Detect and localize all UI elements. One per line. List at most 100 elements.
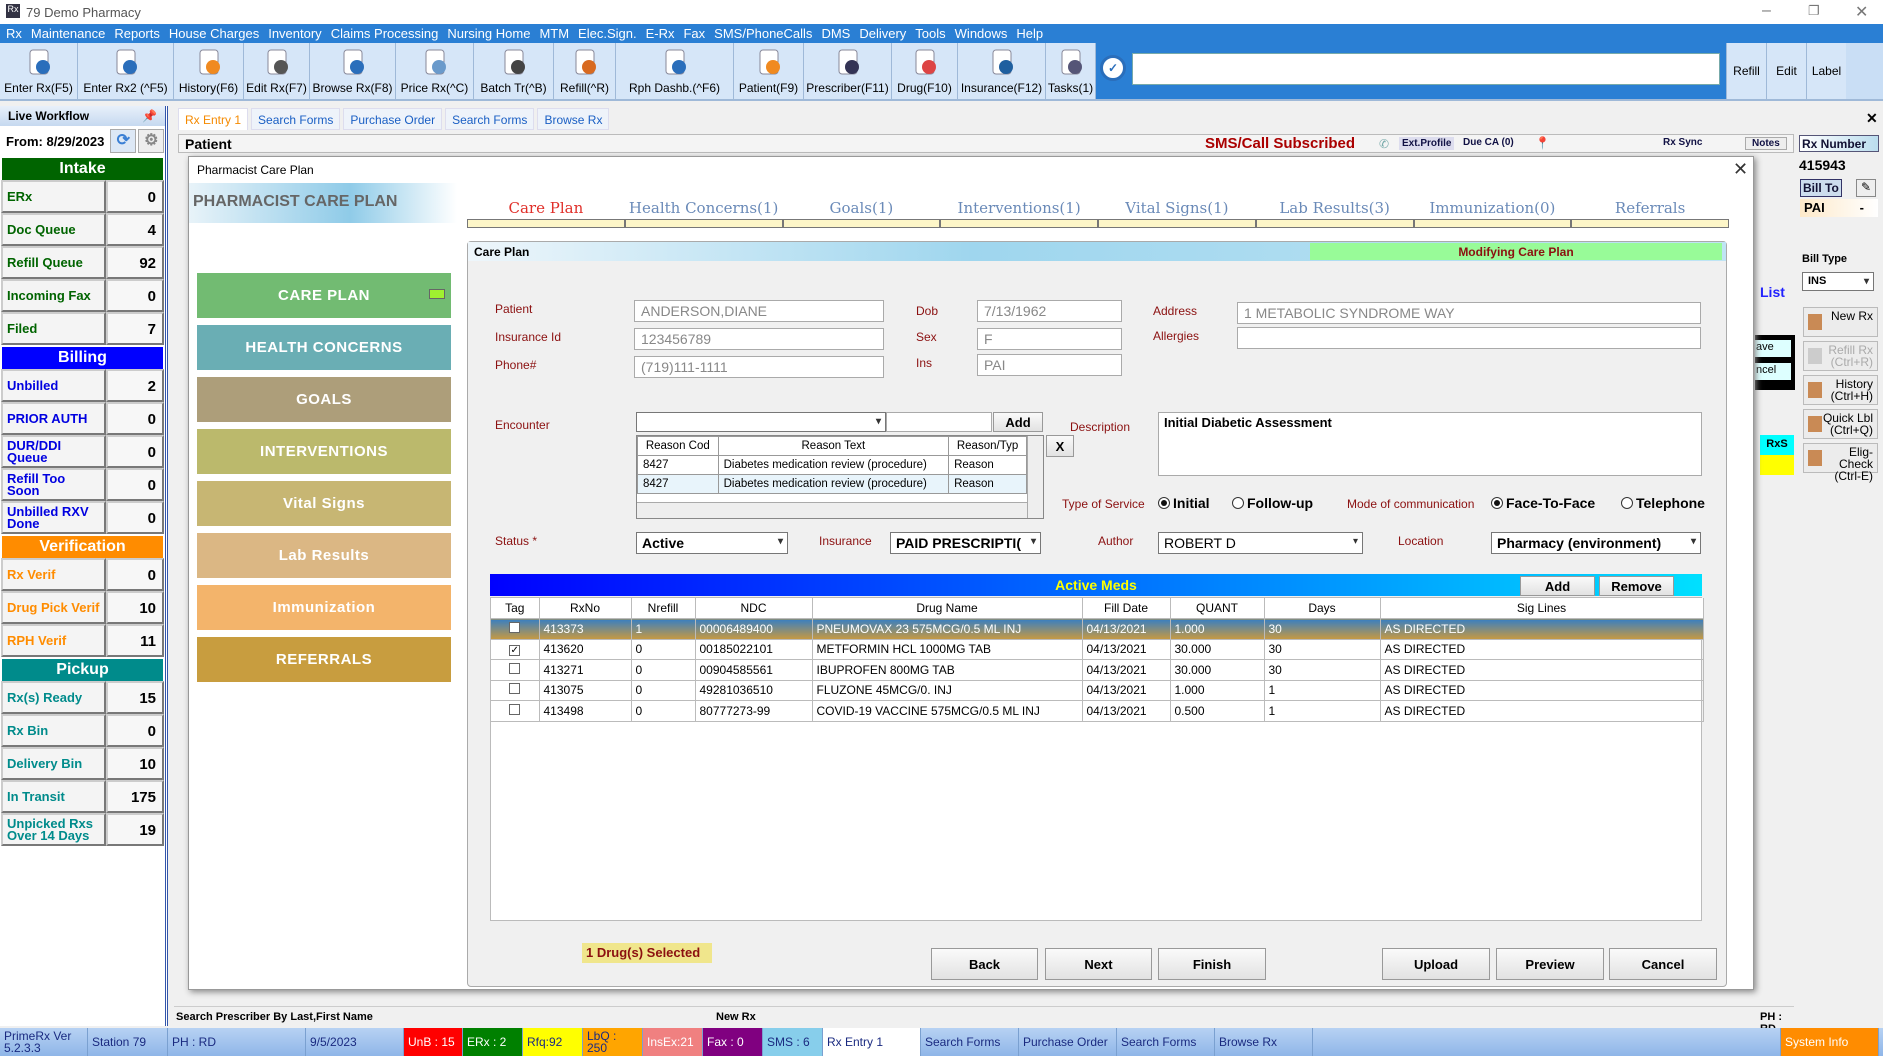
close-window-icon[interactable]: ✕ [1855, 2, 1868, 22]
insurance-id-field[interactable]: 123456789 [634, 328, 884, 350]
tab-search-forms[interactable]: Search Forms [445, 108, 535, 130]
care-plan-tab-lab-results-3[interactable]: Lab Results(3) [1256, 199, 1414, 217]
footer-browse-rx[interactable]: Browse Rx [1215, 1028, 1313, 1056]
meds-column-header[interactable]: Days [1264, 598, 1381, 619]
history-button[interactable]: History (Ctrl+H) [1803, 375, 1878, 405]
toolbar-browse-rx-f8-button[interactable]: Browse Rx(F8) [310, 43, 396, 99]
workflow-item-rx-s-ready[interactable]: Rx(s) Ready 15 [1, 681, 164, 714]
dob-field[interactable]: 7/13/1962 [977, 300, 1122, 322]
toolbar-tasks-1-button[interactable]: Tasks(1) [1046, 43, 1096, 99]
restore-icon[interactable]: ❐ [1808, 3, 1820, 19]
toolbar-search-input[interactable] [1132, 53, 1720, 85]
toolbar-prescriber-f11-button[interactable]: Prescriber(F11) [804, 43, 892, 99]
nav-referrals[interactable]: REFERRALS [197, 637, 451, 682]
menu-reports[interactable]: Reports [114, 26, 160, 41]
encounter-select[interactable] [636, 412, 886, 432]
workflow-item-refill-queue[interactable]: Refill Queue 92 [1, 246, 164, 279]
elig-check-button[interactable]: Elig-Check (Ctrl-E) [1803, 443, 1878, 482]
menu-inventory[interactable]: Inventory [268, 26, 321, 41]
rx-number-value[interactable]: 415943 [1799, 157, 1846, 173]
minimize-icon[interactable]: – [1762, 2, 1771, 20]
reason-grid-hscrollbar[interactable] [637, 502, 1027, 518]
workflow-item-rx-bin[interactable]: Rx Bin 0 [1, 714, 164, 747]
toolbar-history-f6-button[interactable]: History(F6) [174, 43, 244, 99]
workflow-item-unbilled[interactable]: Unbilled 2 [1, 369, 164, 402]
care-plan-tab-goals-1[interactable]: Goals(1) [783, 199, 941, 217]
bill-to-edit-icon[interactable]: ✎ [1856, 179, 1876, 197]
sex-field[interactable]: F [977, 328, 1122, 350]
encounter-add-button[interactable]: Add [993, 412, 1043, 432]
ext-profile-button[interactable]: Ext.Profile [1399, 137, 1455, 150]
med-row[interactable]: 413373 1 00006489400 PNEUMOVAX 23 575MCG/0.… [491, 618, 1704, 640]
bill-to-value[interactable]: PAI - [1800, 199, 1878, 217]
care-plan-tab-vital-signs-1[interactable]: Vital Signs(1) [1098, 199, 1256, 217]
cancel-button-partial[interactable]: ncel [1755, 363, 1791, 380]
add-med-button[interactable]: Add [1520, 576, 1595, 596]
med-row[interactable]: 413075 0 49281036510 FLUZONE 45MCG/0. INJ 04… [491, 680, 1704, 701]
meds-column-header[interactable]: NDC [695, 598, 813, 619]
footer-system-info[interactable]: System Info [1781, 1028, 1879, 1056]
upload-button[interactable]: Upload [1382, 948, 1490, 980]
map-pin-icon[interactable]: 📍 [1535, 136, 1550, 150]
reason-row[interactable]: 8427 Diabetes medication review (procedur… [637, 455, 1027, 475]
workflow-item-prior-auth[interactable]: PRIOR AUTH 0 [1, 402, 164, 435]
remove-med-button[interactable]: Remove [1599, 576, 1674, 596]
workflow-item-unbilled-rxv-done[interactable]: Unbilled RXV Done 0 [1, 501, 164, 534]
toolbar-refill-button[interactable]: Refill [1726, 43, 1766, 99]
care-plan-tab-immunization-0[interactable]: Immunization(0) [1414, 199, 1572, 217]
tab-rx-entry-1[interactable]: Rx Entry 1 [178, 108, 249, 130]
workflow-item-dur-ddi-queue[interactable]: DUR/DDI Queue 0 [1, 435, 164, 468]
menu-e-rx[interactable]: E-Rx [646, 26, 675, 41]
description-textarea[interactable]: Initial Diabetic Assessment [1158, 412, 1702, 476]
rx-sync-dropdown[interactable]: Rx Sync [1663, 137, 1702, 148]
menu-nursing-home[interactable]: Nursing Home [447, 26, 530, 41]
meds-column-header[interactable]: Tag [491, 598, 540, 619]
nav-care-plan[interactable]: CARE PLAN [197, 273, 451, 318]
bill-to-button[interactable]: Bill To [1800, 179, 1842, 197]
workflow-item-rph-verif[interactable]: RPH Verif 11 [1, 624, 164, 657]
toolbar-refill-r-button[interactable]: Refill(^R) [554, 43, 616, 99]
finish-button[interactable]: Finish [1158, 948, 1266, 980]
menu-sms-phonecalls[interactable]: SMS/PhoneCalls [714, 26, 812, 41]
patient-field[interactable]: ANDERSON,DIANE [634, 300, 884, 322]
preview-button[interactable]: Preview [1496, 948, 1604, 980]
close-tab-icon[interactable]: ✕ [1866, 110, 1878, 127]
workflow-item-in-transit[interactable]: In Transit 175 [1, 780, 164, 813]
menu-fax[interactable]: Fax [683, 26, 705, 41]
menu-house-charges[interactable]: House Charges [169, 26, 259, 41]
toolbar-patient-f9-button[interactable]: Patient(F9) [734, 43, 804, 99]
tos-initial-radio[interactable]: Initial [1158, 495, 1210, 511]
due-ca-button[interactable]: Due CA (0) [1463, 137, 1514, 148]
phone-field[interactable]: (719)111-1111 [634, 356, 884, 378]
meds-column-header[interactable]: Sig Lines [1380, 598, 1704, 619]
menu-maintenance[interactable]: Maintenance [31, 26, 105, 41]
nav-interventions[interactable]: INTERVENTIONS [197, 429, 451, 474]
save-button-partial[interactable]: ave [1755, 340, 1791, 357]
nav-lab-results[interactable]: Lab Results [197, 533, 451, 578]
search-magnifier-icon[interactable]: ✓ [1100, 55, 1126, 81]
meds-column-header[interactable]: Drug Name [812, 598, 1083, 619]
toolbar-enter-rx-f5-button[interactable]: Enter Rx(F5) [0, 43, 78, 99]
pin-icon[interactable]: 📌 [142, 109, 157, 123]
workflow-item-drug-pick-verif[interactable]: Drug Pick Verif 10 [1, 591, 164, 624]
menu-windows[interactable]: Windows [955, 26, 1008, 41]
list-link[interactable]: List [1760, 284, 1785, 300]
menu-elec-sign[interactable]: Elec.Sign. [578, 26, 637, 41]
menu-tools[interactable]: Tools [915, 26, 945, 41]
med-row[interactable]: 413498 0 80777273-99 COVID-19 VACCINE 575MC… [491, 700, 1704, 722]
mode-telephone-radio[interactable]: Telephone [1621, 495, 1705, 511]
workflow-item-incoming-fax[interactable]: Incoming Fax 0 [1, 279, 164, 312]
tag-checkbox[interactable] [509, 621, 521, 633]
reason-grid-vscrollbar[interactable] [1027, 436, 1043, 518]
meds-column-header[interactable]: QUANT [1170, 598, 1265, 619]
nav-health-concerns[interactable]: HEALTH CONCERNS [197, 325, 451, 370]
nav-immunization[interactable]: Immunization [197, 585, 451, 630]
menu-mtm[interactable]: MTM [539, 26, 569, 41]
menu-delivery[interactable]: Delivery [859, 26, 906, 41]
tab-browse-rx[interactable]: Browse Rx [537, 108, 610, 130]
toolbar-insurance-f12-button[interactable]: Insurance(F12) [958, 43, 1046, 99]
insurance-select[interactable]: PAID PRESCRIPTI( [890, 532, 1041, 554]
footer-search-forms[interactable]: Search Forms [1117, 1028, 1215, 1056]
refill-rx-button[interactable]: Refill Rx (Ctrl+R) [1803, 341, 1878, 371]
mode-face-to-face-radio[interactable]: Face-To-Face [1491, 495, 1595, 511]
